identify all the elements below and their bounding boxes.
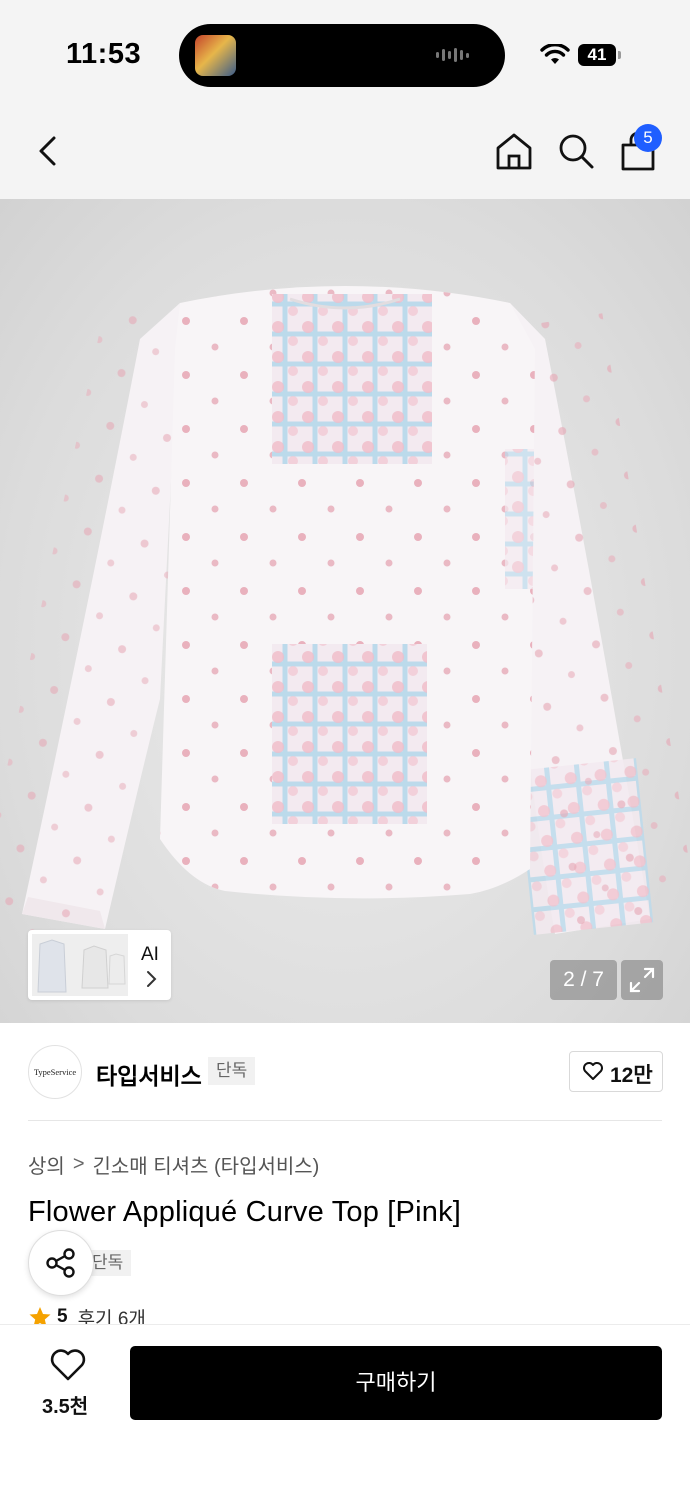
wish-count: 3.5천 [42, 1396, 89, 1418]
buy-button[interactable]: 구매하기 [130, 1346, 662, 1420]
heart-icon[interactable] [49, 1348, 87, 1382]
dynamic-island[interactable] [179, 24, 505, 87]
ai-styling-thumbnail [32, 934, 128, 996]
breadcrumb-subcategory[interactable]: 긴소매 티셔츠 (타입서비스) [93, 1150, 320, 1179]
chevron-right-icon [147, 971, 157, 987]
image-page-counter: 2 / 7 [550, 960, 617, 1000]
expand-icon [629, 967, 655, 993]
brand-logo[interactable]: TypeService [28, 1045, 82, 1099]
brand-like-count: 12만 [610, 1064, 653, 1087]
back-icon[interactable] [30, 133, 66, 169]
breadcrumb: 상의 > 긴소매 티셔츠 (타입서비스) [28, 1150, 319, 1179]
status-time: 11:53 [66, 38, 142, 70]
product-title: Flower Appliqué Curve Top [Pink] [28, 1196, 462, 1228]
top-navigation [0, 105, 690, 199]
home-icon[interactable] [494, 131, 534, 171]
battery-nub [618, 51, 621, 59]
breadcrumb-category[interactable]: 상의 [28, 1150, 65, 1179]
cart-count-badge[interactable]: 5 [634, 124, 662, 152]
search-icon[interactable] [556, 131, 596, 171]
breadcrumb-separator: > [72, 1153, 85, 1175]
status-bar: 11:53 41 [0, 0, 690, 105]
shirt-illustration [0, 286, 690, 946]
battery-icon: 41 [578, 44, 616, 66]
product-image[interactable] [0, 199, 690, 1023]
brand-like-button[interactable]: 12만 [569, 1051, 663, 1092]
ai-styling-card[interactable]: AI [28, 930, 171, 1000]
ai-label: AI [141, 944, 159, 965]
exclusive-tag: 단독 [208, 1057, 256, 1085]
now-playing-artwork [195, 35, 236, 76]
brand-name[interactable]: 타입서비스 [96, 1057, 202, 1091]
expand-button[interactable] [621, 960, 663, 1000]
section-divider [28, 1120, 662, 1121]
wifi-icon [540, 44, 570, 64]
heart-icon [583, 1062, 603, 1080]
audio-wave-icon [436, 48, 469, 62]
share-icon [46, 1248, 75, 1278]
share-button[interactable] [28, 1230, 94, 1296]
